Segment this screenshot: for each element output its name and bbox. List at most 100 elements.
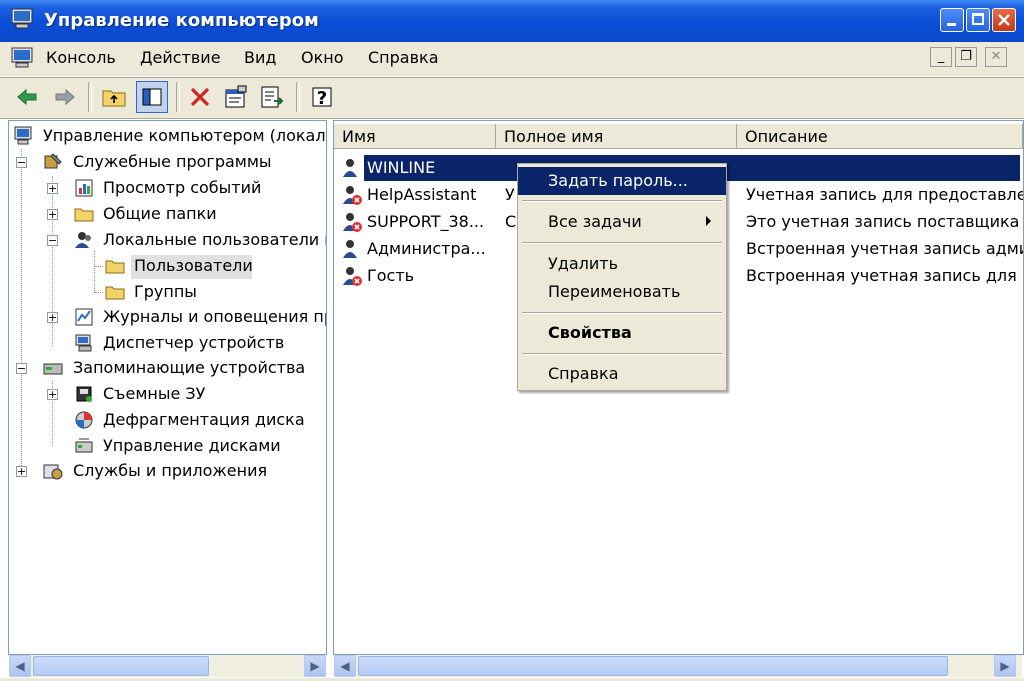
disabled-user-icon [343, 186, 362, 205]
menu-view[interactable]: Вид [244, 48, 276, 67]
tree-line [95, 292, 103, 293]
context-separator [522, 242, 722, 244]
user-icon [343, 159, 357, 177]
back-arrow-icon[interactable] [14, 83, 42, 111]
tree-item-groups[interactable]: Группы [134, 282, 197, 301]
local-users-icon [75, 232, 91, 248]
menu-console[interactable]: Консоль [46, 48, 116, 67]
expand-icon[interactable]: + [47, 312, 58, 323]
tree-item-local-users[interactable]: Локальные пользователи и [103, 230, 326, 249]
tree-item-services-apps[interactable]: Службы и приложения [73, 461, 267, 480]
menu-window[interactable]: Окно [301, 48, 344, 67]
forward-arrow-icon[interactable] [50, 83, 78, 111]
scroll-right-button[interactable]: ▶ [304, 655, 326, 677]
console-computer-icon[interactable] [10, 47, 36, 69]
tree-root-label[interactable]: Управление компьютером (локаль [43, 126, 326, 145]
scroll-thumb[interactable] [358, 656, 948, 676]
export-list-icon[interactable] [258, 83, 286, 111]
tree-item-disk-management[interactable]: Управление дисками [103, 436, 281, 455]
tree-line [95, 266, 103, 267]
chevron-right-icon: ▶ [310, 659, 320, 673]
console-tree-icon [142, 88, 162, 106]
scroll-left-button[interactable]: ◀ [334, 655, 356, 677]
window-title: Управление компьютером [44, 10, 319, 31]
context-separator [522, 200, 722, 202]
mdi-close-button[interactable]: ✕ [985, 47, 1007, 67]
collapse-icon[interactable]: − [47, 235, 58, 246]
expand-icon[interactable]: + [47, 183, 58, 194]
context-item-delete[interactable]: Удалить [518, 250, 726, 278]
console-tree-pane[interactable]: Управление компьютером (локаль − Служебн… [8, 120, 327, 655]
toolbar-separator [176, 82, 180, 112]
tree-item-removable-storage[interactable]: Съемные ЗУ [103, 384, 205, 403]
list-horizontal-scrollbar[interactable]: ◀ ▶ [334, 655, 1022, 677]
scroll-left-button[interactable]: ◀ [9, 655, 31, 677]
row-name: WINLINE [367, 158, 436, 177]
context-item-set-password[interactable]: Задать пароль... [518, 167, 726, 195]
tree-item-storage[interactable]: Запоминающие устройства [73, 358, 305, 377]
scroll-thumb[interactable] [33, 656, 209, 676]
close-button[interactable] [992, 8, 1016, 32]
minimize-icon: _ [937, 49, 945, 64]
tree-item-perf-logs[interactable]: Журналы и оповещения пр [103, 307, 326, 326]
maximize-button[interactable] [966, 8, 990, 32]
help-icon[interactable]: ? [308, 83, 336, 111]
toolbar-separator [296, 82, 300, 112]
context-menu: Задать пароль... Все задачи Удалить Пере… [517, 163, 727, 391]
event-viewer-icon [75, 179, 93, 197]
properties-icon[interactable] [222, 83, 250, 111]
delete-x-icon[interactable] [186, 83, 214, 111]
row-name[interactable]: Гость [367, 263, 414, 289]
computer-management-icon [14, 126, 32, 145]
show-hide-tree-button[interactable] [136, 81, 168, 113]
tree-item-device-manager[interactable]: Диспетчер устройств [103, 333, 284, 352]
tree-item-users[interactable]: Пользователи [134, 256, 253, 275]
mdi-restore-button[interactable]: ❐ [955, 47, 977, 67]
row-description: Это учетная запись поставщика [746, 212, 1020, 231]
disk-management-icon [75, 438, 93, 453]
menu-help[interactable]: Справка [368, 48, 439, 67]
context-item-rename[interactable]: Переименовать [518, 278, 726, 306]
mdi-minimize-button[interactable]: _ [930, 47, 952, 67]
collapse-icon[interactable]: − [16, 363, 27, 374]
close-icon: ✕ [990, 49, 1002, 64]
tree-item-shared-folders[interactable]: Общие папки [103, 204, 217, 223]
tree-item-event-viewer[interactable]: Просмотр событий [103, 178, 261, 197]
submenu-arrow-icon [706, 216, 711, 226]
minimize-button[interactable] [940, 8, 964, 32]
context-item-properties[interactable]: Свойства [518, 319, 726, 347]
folder-icon [105, 286, 125, 300]
context-separator [522, 353, 722, 355]
context-item-all-tasks[interactable]: Все задачи [518, 208, 726, 236]
row-name[interactable]: HelpAssistant [367, 182, 476, 208]
tree-item-defragment[interactable]: Дефрагментация диска [103, 410, 305, 429]
row-description: Встроенная учетная запись для , [746, 266, 1024, 285]
restore-icon: ❐ [960, 49, 972, 64]
chevron-left-icon: ◀ [15, 659, 25, 673]
tree-line [94, 251, 95, 293]
context-item-help[interactable]: Справка [518, 360, 726, 388]
menu-action[interactable]: Действие [140, 48, 221, 67]
collapse-icon[interactable]: − [16, 157, 27, 168]
close-icon [998, 14, 1010, 26]
column-header-full-name[interactable]: Полное имя [496, 124, 737, 149]
row-name[interactable]: Администра... [367, 236, 486, 262]
computer-icon [11, 8, 33, 29]
tree-horizontal-scrollbar[interactable]: ◀ ▶ [9, 655, 326, 677]
tree-line [21, 149, 22, 474]
row-name[interactable]: SUPPORT_38... [367, 209, 484, 235]
scroll-right-button[interactable]: ▶ [994, 655, 1016, 677]
column-header-description[interactable]: Описание [737, 124, 1023, 149]
expand-icon[interactable]: + [16, 466, 27, 477]
expand-icon[interactable]: + [47, 209, 58, 220]
expand-icon[interactable]: + [47, 389, 58, 400]
toolbar-separator [88, 82, 92, 112]
services-apps-icon [43, 464, 63, 480]
tree-item-system-tools[interactable]: Служебные программы [73, 152, 272, 171]
folder-open-icon [105, 260, 125, 274]
row-full-name: У [505, 185, 515, 204]
defragment-icon [75, 411, 93, 429]
column-header-name[interactable]: Имя [334, 124, 496, 149]
up-folder-icon[interactable] [100, 83, 128, 111]
restore-icon [972, 13, 984, 25]
